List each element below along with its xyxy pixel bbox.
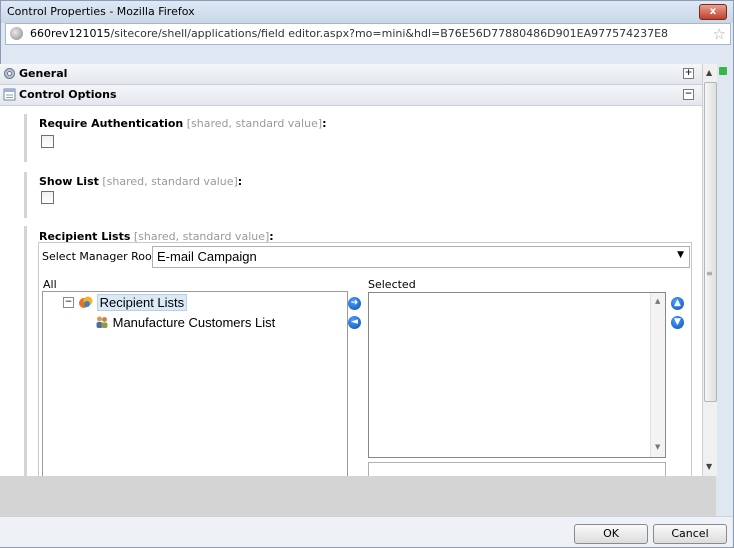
form-icon (3, 88, 16, 101)
field-label: Require Authentication [shared, standard… (39, 117, 327, 130)
field-title: Show List (39, 175, 99, 188)
address-bar[interactable]: 660rev121015/sitecore/shell/applications… (5, 23, 731, 45)
field-show-list: Show List [shared, standard value]: (24, 172, 242, 218)
title-bar: Control Properties - Mozilla Firefox x (1, 1, 733, 23)
collapse-icon[interactable]: − (683, 89, 694, 100)
button-bar: OK Cancel (0, 516, 732, 547)
scrollbar-grip-icon: ≡ (706, 269, 713, 278)
field-title: Require Authentication (39, 117, 184, 130)
remove-arrow-icon[interactable]: ◄ (348, 316, 361, 329)
all-column-label: All (43, 278, 57, 291)
gear-icon (4, 68, 15, 79)
scroll-up-icon[interactable]: ▲ (706, 68, 712, 77)
users-icon (96, 316, 108, 328)
scrollbar-thumb[interactable] (704, 82, 717, 402)
status-indicator-icon (719, 67, 727, 75)
move-down-icon[interactable]: ▼ (671, 316, 684, 329)
ok-button[interactable]: OK (574, 524, 648, 544)
tree-node-recipient-lists[interactable]: Recipient Lists (79, 294, 188, 311)
all-lists-tree[interactable]: − Recipient Lists Manufacture Customers … (42, 291, 348, 478)
dialog-footer-spacer (0, 476, 716, 516)
field-meta: [shared, standard value] (102, 175, 238, 188)
selected-name-input[interactable] (368, 462, 666, 477)
section-general[interactable]: General + (0, 64, 702, 85)
show-list-checkbox[interactable] (41, 191, 54, 204)
scroll-down-icon[interactable]: ▼ (706, 462, 712, 471)
content-scrollbar[interactable]: ▲ ≡ ▼ (702, 64, 717, 476)
field-require-authentication: Require Authentication [shared, standard… (24, 114, 327, 162)
expand-icon[interactable]: + (683, 68, 694, 79)
require-authentication-checkbox[interactable] (41, 135, 54, 148)
manager-root-value: E-mail Campaign (157, 249, 257, 264)
manager-root-label: Select Manager Root: (42, 250, 160, 263)
field-label: Show List [shared, standard value]: (39, 175, 242, 188)
field-colon: : (237, 175, 243, 188)
close-button[interactable]: x (699, 4, 727, 20)
field-recipient-lists: Recipient Lists [shared, standard value]… (24, 226, 274, 476)
url-text[interactable]: 660rev121015/sitecore/shell/applications… (30, 27, 668, 40)
tree-node-label: Manufacture Customers List (112, 315, 276, 330)
scroll-down-icon[interactable]: ▼ (655, 443, 660, 451)
scroll-up-icon[interactable]: ▲ (655, 297, 660, 305)
move-up-icon[interactable]: ▲ (671, 297, 684, 310)
url-host: 660rev121015 (30, 27, 111, 40)
bookmark-star-icon[interactable]: ☆ (713, 25, 726, 43)
section-control-options[interactable]: Control Options − (0, 85, 702, 106)
field-colon: : (322, 117, 327, 130)
tree-node-label: Recipient Lists (96, 294, 188, 311)
globe-icon (10, 27, 23, 40)
tree-collapse-icon[interactable]: − (63, 297, 74, 308)
section-control-options-label: Control Options (19, 88, 117, 101)
selected-scrollbar[interactable]: ▲ ▼ (650, 293, 665, 457)
section-general-label: General (19, 67, 68, 80)
manager-root-select[interactable]: E-mail Campaign ▼ (152, 246, 690, 268)
cancel-button[interactable]: Cancel (653, 524, 727, 544)
add-arrow-icon[interactable]: ➜ (348, 297, 361, 310)
field-meta: [shared, standard value] (186, 117, 323, 130)
tree-node-manufacture-customers[interactable]: Manufacture Customers List (95, 315, 275, 330)
url-path: /sitecore/shell/applications/field edito… (110, 27, 669, 40)
recipient-lists-icon (79, 296, 93, 308)
selected-column-label: Selected (368, 278, 416, 291)
chevron-down-icon[interactable]: ▼ (677, 250, 684, 260)
selected-lists-box[interactable]: ▲ ▼ (368, 292, 666, 458)
window-title: Control Properties - Mozilla Firefox (7, 5, 195, 18)
